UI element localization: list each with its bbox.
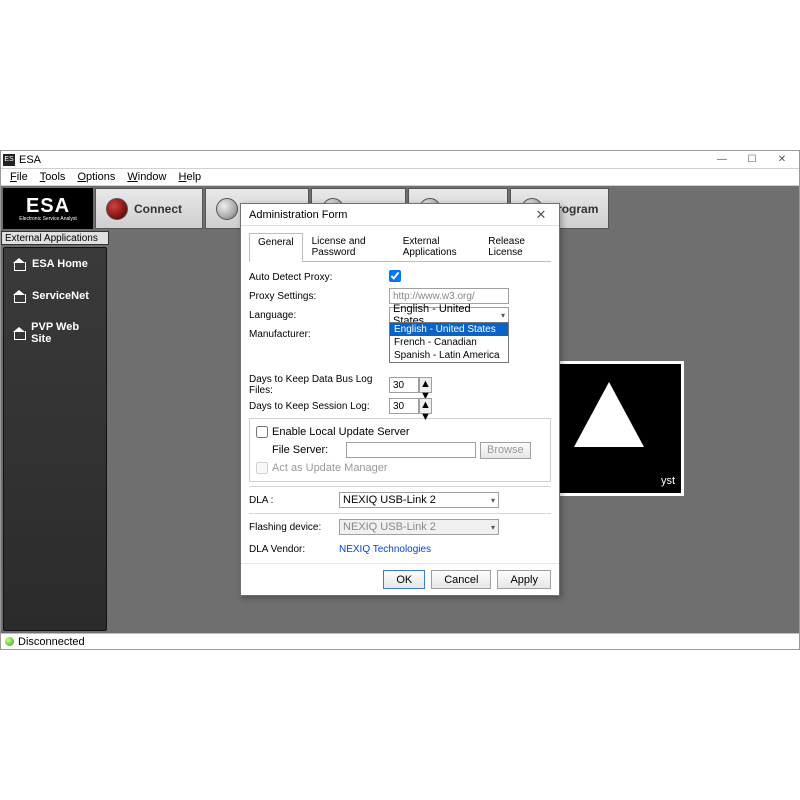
proxy-label: Proxy Settings: bbox=[249, 291, 389, 302]
status-icon bbox=[5, 637, 14, 646]
flashing-combobox: NEXIQ USB-Link 2▾ bbox=[339, 519, 499, 535]
diagnose-icon bbox=[216, 198, 238, 220]
dayssess-spinner[interactable]: ▲▼ bbox=[419, 398, 432, 414]
minimize-button[interactable]: — bbox=[707, 151, 737, 169]
browse-button[interactable]: Browse bbox=[480, 442, 531, 459]
actas-checkbox bbox=[256, 462, 268, 474]
enable-update-checkbox[interactable] bbox=[256, 426, 268, 438]
dialog-title: Administration Form bbox=[249, 209, 347, 221]
tab-release[interactable]: Release License bbox=[479, 232, 551, 261]
daysbus-spinner[interactable]: ▲▼ bbox=[419, 377, 432, 393]
tab-general[interactable]: General bbox=[249, 233, 303, 262]
daysbus-input[interactable] bbox=[389, 377, 419, 393]
statusbar: Disconnected bbox=[1, 633, 799, 649]
autodetect-checkbox[interactable] bbox=[389, 270, 401, 282]
dialog-tabs: General License and Password External Ap… bbox=[249, 232, 551, 262]
dialog-footer: OK Cancel Apply bbox=[241, 563, 559, 595]
menu-file[interactable]: File bbox=[5, 171, 33, 183]
menu-tools[interactable]: Tools bbox=[35, 171, 71, 183]
dla-label: DLA : bbox=[249, 495, 339, 506]
dialog-titlebar: Administration Form ✕ bbox=[241, 204, 559, 226]
language-label: Language: bbox=[249, 310, 389, 321]
chevron-down-icon: ▾ bbox=[491, 496, 495, 505]
dialog-close-button[interactable]: ✕ bbox=[531, 207, 551, 223]
sidebar-item-servicenet[interactable]: ServiceNet bbox=[4, 280, 106, 312]
autodetect-label: Auto Detect Proxy: bbox=[249, 272, 389, 283]
menu-options[interactable]: Options bbox=[72, 171, 120, 183]
titlebar: ES ESA — ☐ ✕ bbox=[1, 151, 799, 169]
ok-button[interactable]: OK bbox=[383, 570, 425, 589]
chevron-down-icon: ▾ bbox=[491, 523, 495, 532]
sidebar-item-pvp[interactable]: PVP Web Site bbox=[4, 312, 106, 354]
fileserver-label: File Server: bbox=[272, 444, 342, 456]
apply-button[interactable]: Apply bbox=[497, 570, 551, 589]
vendor-link[interactable]: NEXIQ Technologies bbox=[339, 544, 431, 555]
sidebar: ESA Home ServiceNet PVP Web Site bbox=[3, 247, 107, 631]
tab-license[interactable]: License and Password bbox=[303, 232, 394, 261]
dayssess-input[interactable] bbox=[389, 398, 419, 414]
window-title: ESA bbox=[19, 154, 707, 166]
close-button[interactable]: ✕ bbox=[767, 151, 797, 169]
brand-logo: ESA Electronic Service Analyst bbox=[3, 188, 93, 229]
language-option-en[interactable]: English - United States bbox=[390, 323, 508, 336]
manufacturer-label: Manufacturer: bbox=[249, 329, 389, 340]
chevron-down-icon: ▾ bbox=[501, 311, 505, 320]
menu-help[interactable]: Help bbox=[174, 171, 207, 183]
home-icon bbox=[12, 289, 26, 303]
enable-update-label: Enable Local Update Server bbox=[272, 426, 410, 438]
menu-window[interactable]: Window bbox=[122, 171, 171, 183]
language-option-fr[interactable]: French - Canadian bbox=[390, 336, 508, 349]
app-icon: ES bbox=[3, 154, 15, 166]
background-logo: yst bbox=[549, 361, 684, 496]
language-combobox[interactable]: English - United States▾ bbox=[389, 307, 509, 323]
tab-external[interactable]: External Applications bbox=[394, 232, 480, 261]
fileserver-input[interactable] bbox=[346, 442, 476, 458]
menubar: File Tools Options Window Help bbox=[1, 169, 799, 186]
flashing-label: Flashing device: bbox=[249, 522, 339, 533]
toolbar-connect[interactable]: Connect bbox=[95, 188, 203, 229]
administration-dialog: Administration Form ✕ General License an… bbox=[240, 203, 560, 596]
status-text: Disconnected bbox=[18, 636, 85, 648]
vendor-label: DLA Vendor: bbox=[249, 544, 339, 555]
language-dropdown: English - United States French - Canadia… bbox=[389, 322, 509, 363]
home-icon bbox=[12, 257, 26, 271]
home-icon bbox=[12, 326, 25, 340]
update-server-group: Enable Local Update Server File Server: … bbox=[249, 418, 551, 482]
dla-combobox[interactable]: NEXIQ USB-Link 2▾ bbox=[339, 492, 499, 508]
language-option-es[interactable]: Spanish - Latin America bbox=[390, 349, 508, 362]
proxy-input[interactable] bbox=[389, 288, 509, 304]
dayssess-label: Days to Keep Session Log: bbox=[249, 401, 389, 412]
daysbus-label: Days to Keep Data Bus Log Files: bbox=[249, 374, 389, 396]
cancel-button[interactable]: Cancel bbox=[431, 570, 491, 589]
actas-label: Act as Update Manager bbox=[272, 462, 388, 474]
sidebar-header: External Applications bbox=[1, 231, 109, 245]
sidebar-item-esa-home[interactable]: ESA Home bbox=[4, 248, 106, 280]
connect-icon bbox=[106, 198, 128, 220]
maximize-button[interactable]: ☐ bbox=[737, 151, 767, 169]
